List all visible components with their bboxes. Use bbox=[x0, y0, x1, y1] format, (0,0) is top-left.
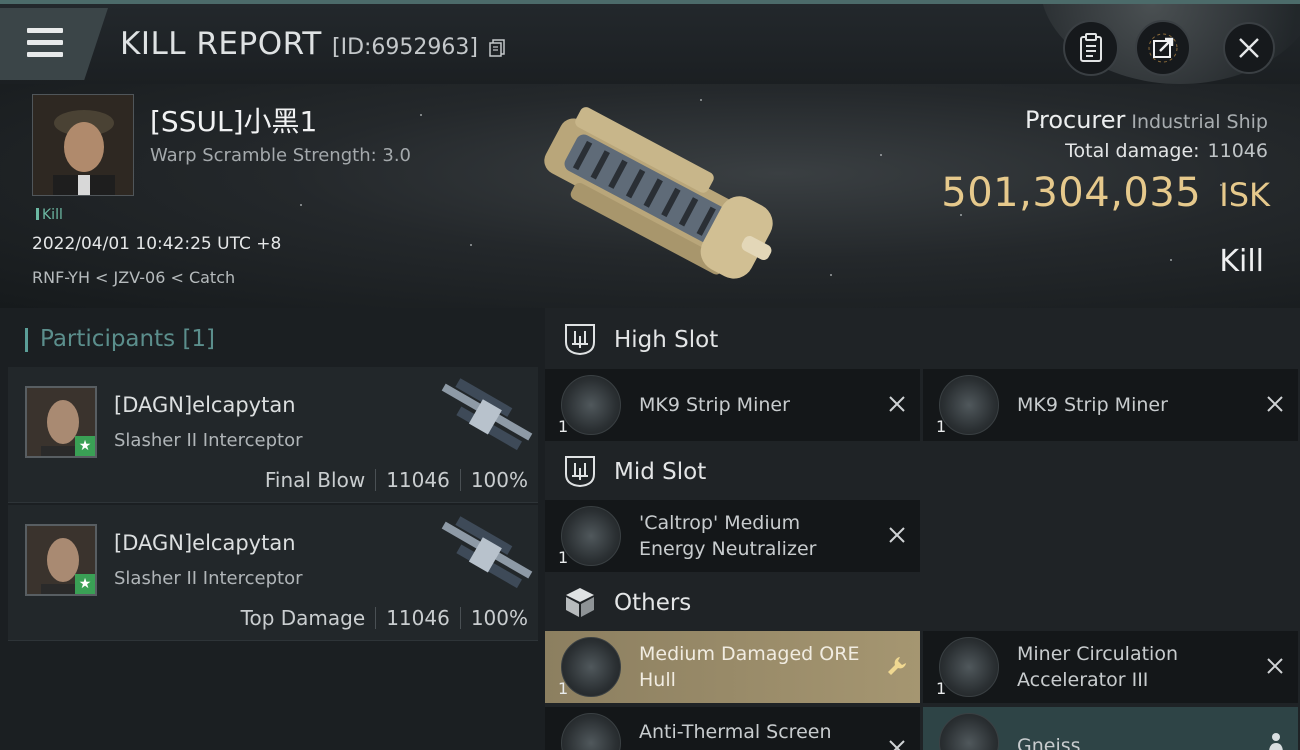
destroyed-icon bbox=[1267, 396, 1283, 412]
victim-ship-image[interactable] bbox=[520, 104, 790, 284]
participant-avatar[interactable]: ★ bbox=[25, 524, 97, 596]
module-name: Anti-Thermal Screen bbox=[639, 721, 832, 743]
isk-unit: ISK bbox=[1219, 176, 1270, 214]
isk-amount: 501,304,035 bbox=[941, 170, 1202, 216]
high-slot-label: High Slot bbox=[614, 327, 719, 353]
victim-avatar[interactable] bbox=[32, 94, 134, 196]
ship-name[interactable]: Procurer bbox=[1025, 106, 1125, 134]
participant-role: Final Blow bbox=[264, 468, 366, 492]
total-damage-value: 11046 bbox=[1207, 140, 1268, 162]
ore-hull-icon bbox=[561, 637, 621, 697]
module-quantity: 1 bbox=[936, 417, 947, 436]
isk-value: 501,304,035 ISK bbox=[941, 170, 1270, 216]
module-item[interactable]: Anti-Thermal Screen bbox=[545, 707, 920, 750]
top-bar: KILL REPORT [ID:6952963] bbox=[0, 0, 1300, 84]
participant-avatar[interactable]: ★ bbox=[25, 386, 97, 458]
kill-location[interactable]: RNF-YH < JZV-06 < Catch bbox=[32, 268, 235, 287]
gneiss-ore-icon bbox=[939, 713, 999, 750]
module-quantity: 1 bbox=[558, 679, 569, 698]
module-name: Gneiss bbox=[1017, 735, 1081, 750]
participants-header: Participants [1] bbox=[25, 326, 215, 352]
warp-scramble-strength: Warp Scramble Strength: 3.0 bbox=[150, 145, 412, 166]
participants-header-label: Participants [1] bbox=[40, 326, 215, 352]
participants-panel: Participants [1] ★ [DAGN]elcapytan Slash… bbox=[0, 308, 545, 750]
result-label: Kill bbox=[1219, 244, 1264, 279]
participant-ship-image bbox=[441, 378, 533, 451]
module-quantity: 1 bbox=[558, 548, 569, 567]
close-icon bbox=[1239, 38, 1259, 58]
cargo-box-icon bbox=[566, 588, 594, 617]
hamburger-icon bbox=[27, 28, 63, 64]
others-label: Others bbox=[614, 590, 692, 616]
menu-button[interactable] bbox=[0, 8, 108, 80]
person-icon bbox=[1269, 733, 1283, 750]
share-icon bbox=[1148, 33, 1178, 63]
kill-datetime: 2022/04/01 10:42:25 UTC +8 bbox=[32, 234, 282, 254]
participant-role: Top Damage bbox=[240, 606, 366, 630]
destroyed-icon bbox=[889, 527, 905, 543]
module-item[interactable]: Gneiss bbox=[923, 707, 1298, 750]
module-name: MK9 Strip Miner bbox=[1017, 394, 1168, 416]
module-item[interactable]: 1 'Caltrop' Medium Energy Neutralizer bbox=[545, 500, 920, 572]
module-name: 'Caltrop' Medium Energy Neutralizer bbox=[639, 512, 817, 560]
participant-ship-image bbox=[441, 516, 533, 589]
report-id: [ID:6952963] bbox=[332, 35, 478, 60]
module-quantity: 1 bbox=[558, 417, 569, 436]
destroyed-icon bbox=[889, 740, 905, 750]
kill-tag: Kill bbox=[36, 207, 63, 223]
participant-row[interactable]: ★ [DAGN]elcapytan Slasher II Interceptor… bbox=[8, 367, 538, 503]
participant-percent: 100% bbox=[470, 606, 528, 630]
participant-name[interactable]: [DAGN]elcapytan bbox=[114, 531, 296, 555]
victim-ship-type: Procurer Industrial Ship bbox=[1025, 106, 1268, 134]
victim-summary: [SSUL]小黑1 Warp Scramble Strength: 3.0 Ki… bbox=[0, 84, 1300, 308]
ship-class: Industrial Ship bbox=[1131, 111, 1268, 133]
mid-slot-icon bbox=[565, 456, 595, 488]
strip-miner-icon bbox=[561, 375, 621, 435]
others-header: Others bbox=[545, 573, 1300, 633]
share-button[interactable] bbox=[1135, 20, 1191, 76]
participant-row[interactable]: ★ [DAGN]elcapytan Slasher II Interceptor… bbox=[8, 505, 538, 641]
copy-icon[interactable] bbox=[487, 38, 507, 58]
victim-name[interactable]: [SSUL]小黑1 bbox=[150, 100, 317, 140]
module-item[interactable]: 1 MK9 Strip Miner bbox=[923, 369, 1298, 441]
destroyed-icon bbox=[1267, 658, 1283, 674]
star-badge-icon: ★ bbox=[75, 436, 95, 456]
participant-ship: Slasher II Interceptor bbox=[114, 430, 303, 451]
energy-neutralizer-icon bbox=[561, 506, 621, 566]
module-quantity: 1 bbox=[936, 679, 947, 698]
module-name: Medium Damaged ORE Hull bbox=[639, 643, 860, 691]
module-item[interactable]: 1 MK9 Strip Miner bbox=[545, 369, 920, 441]
circulation-accelerator-icon bbox=[939, 637, 999, 697]
participant-damage: 11046 bbox=[386, 468, 450, 492]
participant-ship: Slasher II Interceptor bbox=[114, 568, 303, 589]
strip-miner-icon bbox=[939, 375, 999, 435]
participant-damage: 11046 bbox=[386, 606, 450, 630]
mid-slot-header: Mid Slot bbox=[545, 442, 1300, 502]
mid-slot-label: Mid Slot bbox=[614, 459, 707, 485]
total-damage: Total damage: 11046 bbox=[1065, 140, 1268, 162]
page-title: KILL REPORT bbox=[120, 26, 322, 62]
clipboard-icon bbox=[1080, 33, 1102, 62]
module-item-dropped[interactable]: 1 Medium Damaged ORE Hull bbox=[545, 631, 920, 703]
close-button[interactable] bbox=[1223, 22, 1275, 74]
participant-percent: 100% bbox=[470, 468, 528, 492]
destroyed-icon bbox=[889, 396, 905, 412]
wrench-icon bbox=[888, 657, 906, 675]
total-damage-label: Total damage: bbox=[1065, 140, 1200, 162]
high-slot-header: High Slot bbox=[545, 310, 1300, 370]
clipboard-button[interactable] bbox=[1063, 20, 1119, 76]
star-badge-icon: ★ bbox=[75, 574, 95, 594]
module-item[interactable]: 1 Miner Circulation Accelerator III bbox=[923, 631, 1298, 703]
high-slot-icon bbox=[565, 324, 595, 356]
module-name: MK9 Strip Miner bbox=[639, 394, 790, 416]
anti-thermal-screen-icon bbox=[561, 713, 621, 750]
module-name: Miner Circulation Accelerator III bbox=[1017, 643, 1178, 691]
participant-stats: Final Blow 11046 100% bbox=[265, 468, 528, 492]
participant-name[interactable]: [DAGN]elcapytan bbox=[114, 393, 296, 417]
participant-stats: Top Damage 11046 100% bbox=[241, 606, 528, 630]
fitting-panel: High Slot 1 MK9 Strip Miner 1 MK9 Strip … bbox=[545, 308, 1300, 750]
